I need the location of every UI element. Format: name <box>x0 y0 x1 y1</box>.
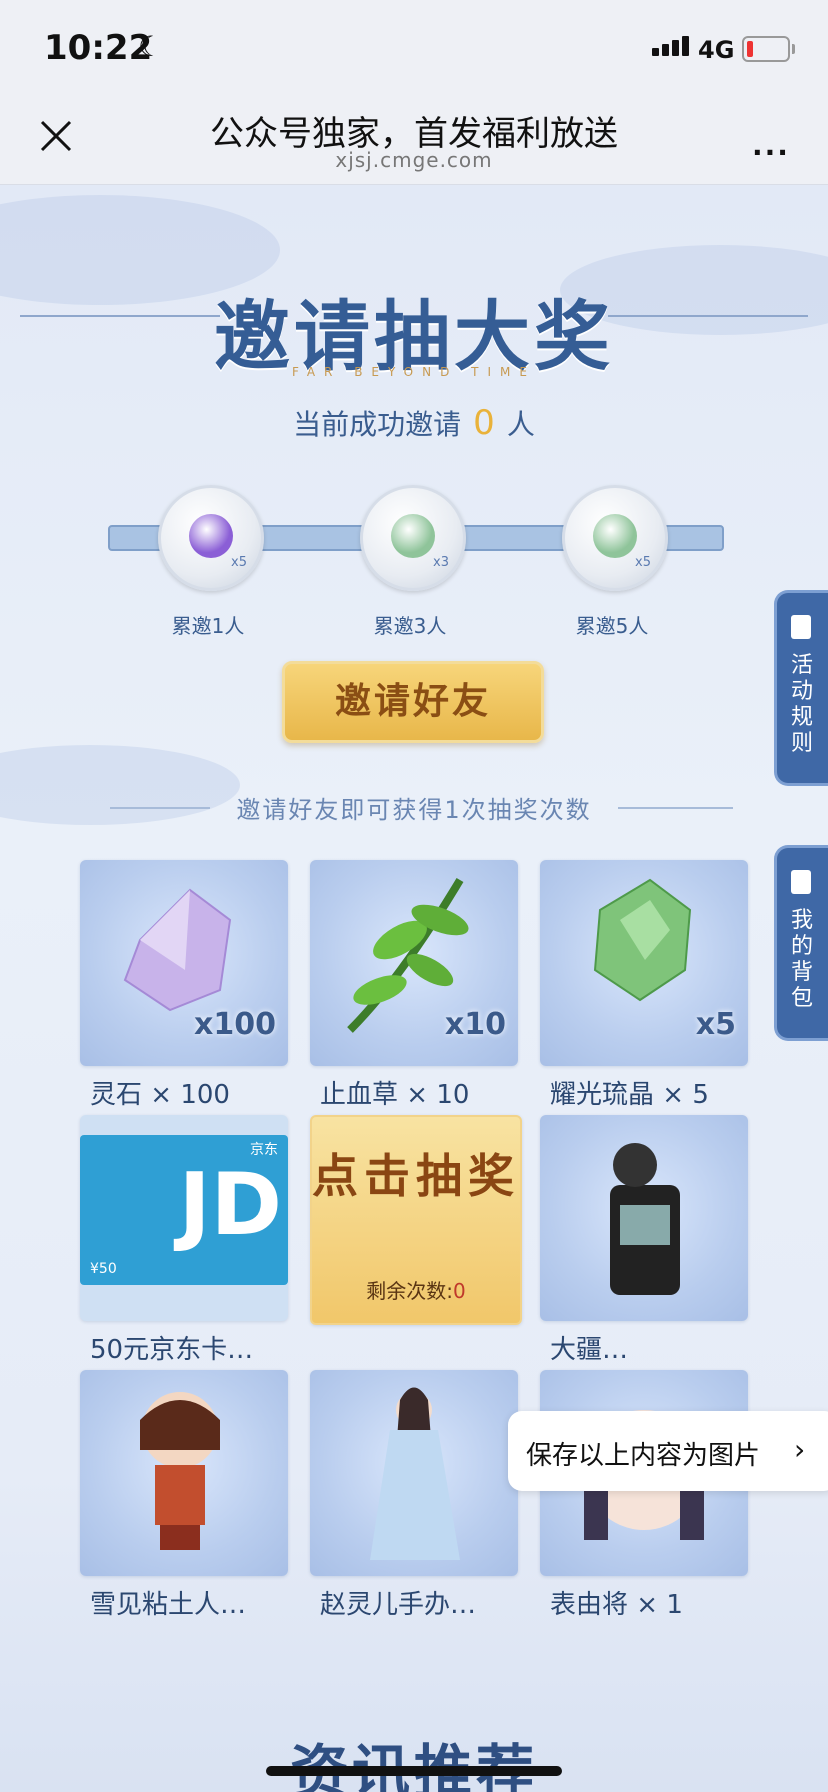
invite-count-text: 当前成功邀请 0 人 <box>0 403 828 443</box>
rules-tab-label: 活动规则 <box>790 653 813 756</box>
prize-qty: x10 <box>444 1007 506 1042</box>
page-domain: xjsj.cmge.com <box>335 148 493 172</box>
prize-card <box>310 1370 518 1576</box>
hint-text: 邀请好友即可获得1次抽奖次数 <box>236 796 592 824</box>
jd-price: ¥50 <box>90 1261 117 1277</box>
reward-qty: x5 <box>231 555 247 570</box>
reward-gem-icon <box>189 514 233 558</box>
prize-name: 50元京东卡… <box>90 1335 254 1365</box>
bag-tab[interactable]: 我的背包 <box>774 845 828 1041</box>
network-type: 4G <box>698 36 735 64</box>
draw-remaining-count: 0 <box>453 1279 466 1303</box>
chevron-right-icon: › <box>794 1433 806 1466</box>
prize-name: 雪见粘土人… <box>90 1590 247 1620</box>
page-content: 邀请抽大奖 FAR BEYOND TIME 当前成功邀请 0 人 x5 x3 x5 … <box>0 185 828 1792</box>
prize-card: x10 <box>310 860 518 1066</box>
nav-bar: 公众号独家，首发福利放送 xjsj.cmge.com ··· <box>0 92 828 185</box>
draw-remaining: 剩余次数:0 <box>312 1275 520 1304</box>
moon-icon: ☾ <box>138 30 164 63</box>
draw-title: 点击抽奖 <box>312 1149 520 1203</box>
prize-card: x5 <box>540 860 748 1066</box>
prize-name: 耀光琉晶 × 5 <box>550 1080 709 1110</box>
prize-name: 表由将 × 1 <box>550 1590 683 1620</box>
milestone-label: 累邀1人 <box>171 614 245 638</box>
prize-qty: x100 <box>194 1007 276 1042</box>
milestone-node-1[interactable]: x5 <box>158 485 264 591</box>
prize-name: 灵石 × 100 <box>90 1080 230 1110</box>
figure-icon <box>140 1392 220 1550</box>
invite-friends-button[interactable]: 邀请好友 <box>282 661 544 743</box>
clipboard-icon <box>791 870 811 894</box>
jd-brand: 京东 <box>250 1142 278 1158</box>
figure-icon <box>370 1387 460 1560</box>
invite-prefix: 当前成功邀请 <box>293 408 462 441</box>
more-icon[interactable]: ··· <box>752 136 790 169</box>
save-as-image-popup[interactable]: 保存以上内容为图片 › <box>508 1411 828 1491</box>
invite-suffix: 人 <box>506 408 535 441</box>
clipboard-icon <box>791 615 811 639</box>
prize-card <box>80 1370 288 1576</box>
rules-tab[interactable]: 活动规则 <box>774 590 828 786</box>
prize-card: x100 <box>80 860 288 1066</box>
signal-icon <box>652 36 692 56</box>
prize-name: 赵灵儿手办… <box>320 1590 477 1620</box>
milestone-node-3[interactable]: x5 <box>562 485 668 591</box>
prize-qty: x5 <box>695 1007 736 1042</box>
battery-icon <box>742 36 795 62</box>
draw-button[interactable]: 点击抽奖 剩余次数:0 <box>310 1115 522 1325</box>
jd-logo: JD <box>178 1155 282 1255</box>
reward-gem-icon <box>593 514 637 558</box>
prize-card <box>540 1115 748 1321</box>
prize-name: 大疆… <box>550 1335 629 1365</box>
news-section-title: 资讯推荐 <box>289 1738 538 1792</box>
reward-qty: x3 <box>433 555 449 570</box>
jd-card-image: JD 京东 ¥50 <box>80 1135 288 1285</box>
draw-remaining-label: 剩余次数: <box>366 1279 453 1303</box>
event-subtitle: FAR BEYOND TIME <box>292 365 536 379</box>
milestone-label: 累邀3人 <box>373 614 447 638</box>
reward-qty: x5 <box>635 555 651 570</box>
camera-icon <box>610 1143 680 1295</box>
reward-gem-icon <box>391 514 435 558</box>
status-bar: 10:22 ☾ 4G <box>0 0 828 92</box>
invite-count: 0 <box>473 403 495 443</box>
prize-card: JD 京东 ¥50 <box>80 1115 288 1321</box>
home-indicator[interactable] <box>266 1766 562 1776</box>
save-as-image-label: 保存以上内容为图片 <box>526 1441 761 1471</box>
milestone-node-2[interactable]: x3 <box>360 485 466 591</box>
prize-name: 止血草 × 10 <box>320 1080 470 1110</box>
milestone-label: 累邀5人 <box>575 614 649 638</box>
bag-tab-label: 我的背包 <box>790 908 813 1011</box>
status-time: 10:22 <box>44 28 153 68</box>
